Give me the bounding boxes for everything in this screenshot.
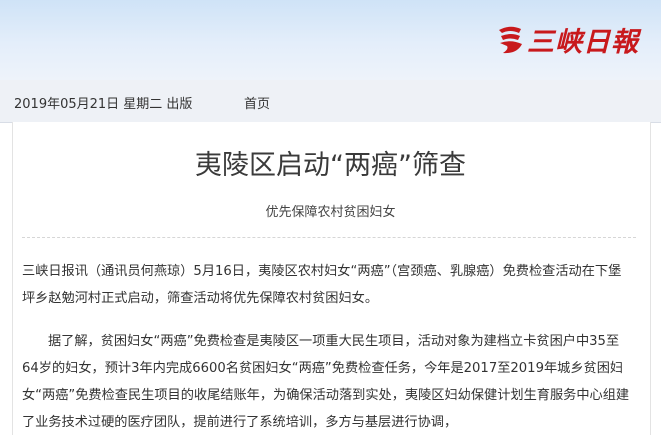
issue-date: 2019年05月21日 星期二 出版: [14, 97, 193, 112]
article-subtitle: 优先保障农村贫困妇女: [265, 205, 396, 220]
home-link[interactable]: 首页: [244, 93, 270, 112]
header-banner: 三峡日報: [0, 0, 661, 80]
title-divider: [22, 237, 636, 238]
site-logo[interactable]: 三峡日報: [495, 18, 639, 60]
article-paragraph: 三峡日报讯（通讯员何燕琼）5月16日，夷陵区农村妇女“两癌”（宫颈癌、乳腺癌）免…: [22, 264, 622, 306]
logo-text: 三峡日報: [527, 26, 639, 58]
article-paragraph: 据了解，贫困妇女“两癌”免费检查是夷陵区一项重大民生项目，活动对象为建档立卡贫困…: [22, 334, 630, 430]
sanxia-daily-logo-icon: [499, 26, 522, 54]
date-navbar: 2019年05月21日 星期二 出版 首页: [0, 80, 661, 123]
article-title: 夷陵区启动“两癌”筛查: [195, 150, 466, 181]
